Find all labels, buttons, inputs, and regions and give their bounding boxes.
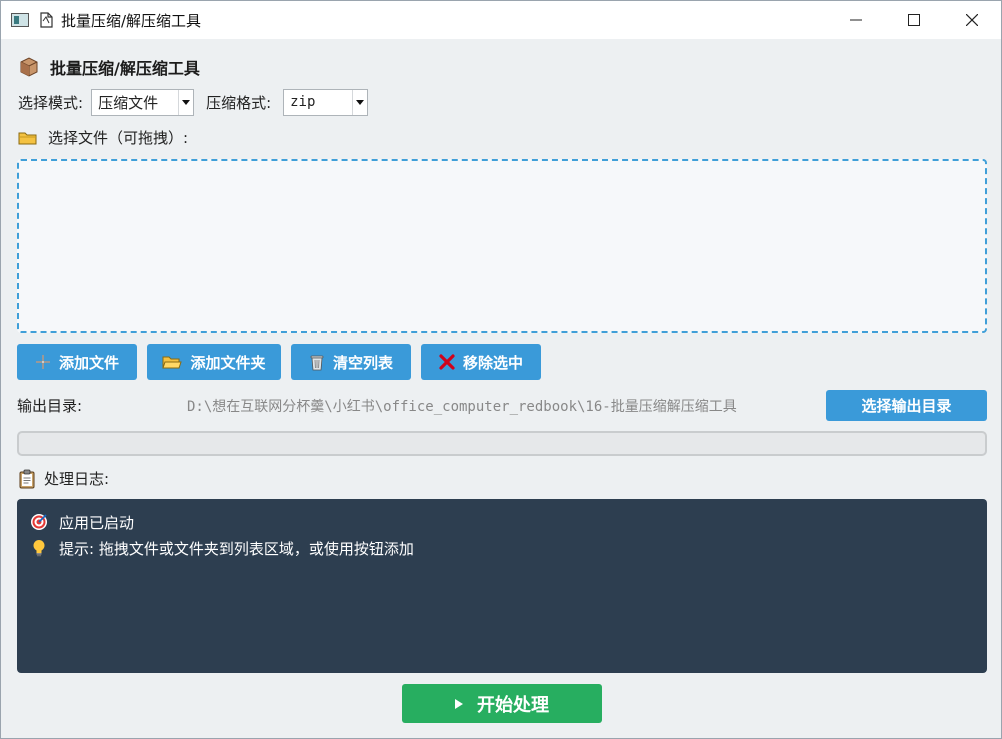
clear-list-button[interactable]: 清空列表 bbox=[291, 344, 411, 380]
format-select-value: zip bbox=[290, 94, 316, 110]
log-line-text: 应用已启动 bbox=[59, 513, 135, 532]
app-window: 批量压缩/解压缩工具 批量压缩/解压缩工具 选择模式: 压缩文件 压缩格式: z… bbox=[0, 0, 1002, 739]
start-button[interactable]: 开始处理 bbox=[402, 684, 602, 723]
chevron-down-icon bbox=[352, 89, 367, 115]
output-label: 输出目录: bbox=[17, 397, 83, 415]
clear-list-label: 清空列表 bbox=[332, 353, 393, 372]
cross-mark-icon bbox=[439, 354, 455, 370]
page-title: 批量压缩/解压缩工具 bbox=[50, 59, 200, 78]
start-button-label: 开始处理 bbox=[477, 694, 549, 716]
chevron-down-icon bbox=[178, 89, 193, 115]
add-folder-label: 添加文件夹 bbox=[190, 353, 266, 372]
log-output: 应用已启动 提示: 拖拽文件或文件夹到列表区域，或使用按钮添加 bbox=[17, 499, 987, 673]
log-section-label: 处理日志: bbox=[18, 468, 109, 489]
clipboard-icon bbox=[19, 469, 35, 488]
folder-icon bbox=[18, 132, 37, 144]
window-controls bbox=[827, 1, 1001, 39]
minimize-button[interactable] bbox=[827, 1, 885, 39]
mode-select[interactable]: 压缩文件 bbox=[91, 88, 195, 116]
format-select[interactable]: zip bbox=[283, 88, 369, 116]
add-file-button[interactable]: 添加文件 bbox=[17, 344, 137, 380]
choose-output-button[interactable]: 选择输出目录 bbox=[826, 390, 987, 421]
progress-bar bbox=[17, 431, 987, 456]
play-icon bbox=[455, 698, 463, 709]
file-drop-zone[interactable] bbox=[17, 159, 987, 333]
target-icon bbox=[31, 514, 47, 530]
add-folder-button[interactable]: 添加文件夹 bbox=[147, 344, 281, 380]
log-line-text: 提示: 拖拽文件或文件夹到列表区域，或使用按钮添加 bbox=[59, 539, 414, 558]
folder-open-icon bbox=[162, 356, 183, 369]
package-icon bbox=[20, 57, 38, 77]
log-line: 应用已启动 bbox=[29, 509, 975, 535]
mode-select-value: 压缩文件 bbox=[98, 93, 159, 112]
lightbulb-icon bbox=[33, 540, 45, 557]
log-label: 处理日志: bbox=[44, 470, 110, 488]
format-label: 压缩格式: bbox=[206, 93, 272, 112]
files-label: 选择文件（可拖拽）: bbox=[48, 129, 189, 147]
window-title: 批量压缩/解压缩工具 bbox=[61, 11, 202, 30]
close-icon bbox=[966, 14, 978, 26]
minimize-icon bbox=[850, 19, 862, 21]
output-path: D:\想在互联网分杯羹\小红书\office_computer_redbook\… bbox=[187, 399, 737, 415]
document-icon bbox=[40, 12, 53, 28]
remove-selected-button[interactable]: 移除选中 bbox=[421, 344, 541, 380]
log-line: 提示: 拖拽文件或文件夹到列表区域，或使用按钮添加 bbox=[29, 535, 975, 561]
app-window-icon bbox=[11, 13, 29, 27]
mode-row: 选择模式: 压缩文件 压缩格式: zip bbox=[18, 88, 369, 116]
main-content: 批量压缩/解压缩工具 选择模式: 压缩文件 压缩格式: zip 选择文件（可拖拽… bbox=[1, 39, 1001, 738]
mode-label: 选择模式: bbox=[18, 93, 84, 112]
files-section-label: 选择文件（可拖拽）: bbox=[18, 127, 188, 148]
app-header: 批量压缩/解压缩工具 bbox=[18, 55, 200, 79]
maximize-icon bbox=[908, 14, 920, 26]
plus-icon bbox=[35, 355, 50, 369]
maximize-button[interactable] bbox=[885, 1, 943, 39]
output-row: 输出目录: D:\想在互联网分杯羹\小红书\office_computer_re… bbox=[17, 390, 987, 421]
title-bar: 批量压缩/解压缩工具 bbox=[1, 1, 1001, 39]
trash-icon bbox=[310, 355, 324, 371]
close-button[interactable] bbox=[943, 1, 1001, 39]
add-file-label: 添加文件 bbox=[58, 353, 119, 372]
remove-selected-label: 移除选中 bbox=[462, 353, 523, 372]
